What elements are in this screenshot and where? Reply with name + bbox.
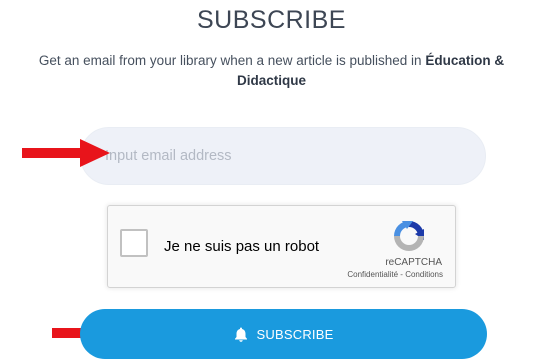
subscribe-button[interactable]: SUBSCRIBE <box>80 309 487 359</box>
captcha-checkbox[interactable] <box>120 229 148 257</box>
bell-icon <box>234 327 247 342</box>
email-input[interactable] <box>80 127 486 185</box>
subscribe-description: Get an email from your library when a ne… <box>8 51 535 91</box>
recaptcha-logo-icon <box>394 221 424 251</box>
recaptcha-links: Confidentialité - Conditions <box>347 270 443 279</box>
subscribe-button-label: SUBSCRIBE <box>256 326 334 342</box>
red-arrow-annotation <box>22 139 110 167</box>
terms-link[interactable]: Conditions <box>405 270 443 279</box>
privacy-link[interactable]: Confidentialité <box>347 270 398 279</box>
recaptcha-brand: reCAPTCHA <box>385 257 442 268</box>
page-title: SUBSCRIBE <box>197 6 346 34</box>
description-text: Get an email from your library when a ne… <box>38 53 422 68</box>
captcha-label: Je ne suis pas un robot <box>164 238 320 255</box>
recaptcha-widget: Je ne suis pas un robot reCAPTCHA Confid… <box>107 205 456 288</box>
